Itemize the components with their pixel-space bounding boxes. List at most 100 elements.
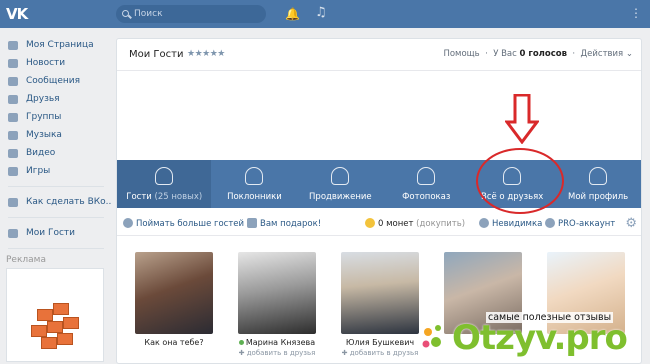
- app-icon: [8, 197, 18, 207]
- tab-label: Мой профиль: [567, 192, 629, 202]
- sidebar-item-news[interactable]: Новости: [0, 54, 112, 72]
- home-icon: [8, 40, 18, 50]
- sidebar-item-label: Моя Страница: [26, 40, 94, 50]
- guest-photo[interactable]: [341, 252, 419, 334]
- notifications-bell-icon[interactable]: 🔔: [285, 7, 300, 21]
- guest-card[interactable]: Как она тебе?: [135, 252, 213, 347]
- invisible-link[interactable]: Невидимка: [479, 218, 542, 229]
- vk-logo[interactable]: VK: [6, 5, 32, 23]
- tab-label: Фотопоказ: [402, 192, 451, 202]
- ad-container-graphic: [31, 325, 47, 337]
- incognito-icon: [479, 218, 489, 228]
- sidebar-item-my-page[interactable]: Моя Страница: [0, 36, 112, 54]
- sidebar-item-label: Новости: [26, 58, 66, 68]
- sidebar-divider: [8, 186, 104, 187]
- add-friend-link[interactable]: ✚ добавить в друзья: [341, 349, 419, 357]
- top-bar: VK Поиск 🔔 ♫ ⋮: [0, 0, 650, 28]
- gift-link[interactable]: Вам подарок!: [247, 218, 321, 229]
- tab-label: Поклонники: [227, 192, 282, 202]
- ad-container-graphic: [63, 317, 79, 329]
- annotation-arrow: [505, 94, 539, 144]
- catch-more-guests-link[interactable]: Поймать больше гостей: [123, 218, 244, 229]
- gift-icon: [247, 218, 257, 228]
- groups-icon: [8, 112, 18, 122]
- ad-container-graphic: [41, 337, 57, 349]
- guest-photo[interactable]: [238, 252, 316, 334]
- magnet-icon: [123, 218, 133, 228]
- tab-label: Гости: [126, 192, 152, 202]
- sidebar-item-label: Музыка: [26, 130, 62, 140]
- sidebar-item-groups[interactable]: Группы: [0, 108, 112, 126]
- menu-icon[interactable]: ⋮: [630, 6, 642, 20]
- sidebar-item-label: Как сделать ВКо..: [26, 197, 112, 207]
- gift-label: Вам подарок!: [260, 219, 322, 229]
- tab-sub-label: (25 новых): [154, 192, 203, 202]
- tab-label: Продвижение: [309, 192, 372, 202]
- tab-fans[interactable]: Поклонники: [211, 160, 297, 208]
- guest-card[interactable]: Юлия Бушкевич ✚ добавить в друзья: [341, 252, 419, 357]
- sidebar-item-label: Видео: [26, 148, 56, 158]
- rating-stars[interactable]: ★★★★★: [187, 49, 225, 59]
- gear-icon[interactable]: ⚙: [625, 216, 637, 231]
- ad-container-graphic: [57, 333, 73, 345]
- sidebar-item-games[interactable]: Игры: [0, 162, 112, 180]
- friends-icon: [8, 94, 18, 104]
- header-links: Помощь · У Вас 0 голосов · Действия ⌄: [443, 49, 633, 59]
- ads-title: Реклама: [6, 255, 46, 265]
- sidebar-item-label: Игры: [26, 166, 51, 176]
- search-input[interactable]: Поиск: [116, 5, 266, 23]
- sidebar-item-label: Сообщения: [26, 76, 81, 86]
- photo-show-icon: [417, 167, 436, 185]
- sidebar-item-my-guests[interactable]: Мои Гости: [0, 224, 112, 242]
- sidebar-item-video[interactable]: Видео: [0, 144, 112, 162]
- watermark-logo: Otzyv.pro: [452, 318, 628, 358]
- sidebar-item-messages[interactable]: Сообщения: [0, 72, 112, 90]
- profile-icon: [589, 167, 608, 185]
- help-link[interactable]: Помощь: [443, 49, 479, 59]
- add-friend-label: добавить в друзья: [246, 349, 316, 357]
- pro-icon: [545, 218, 555, 228]
- guest-photo[interactable]: [135, 252, 213, 334]
- ad-container-graphic: [53, 303, 69, 315]
- tab-promotion[interactable]: Продвижение: [297, 160, 383, 208]
- sidebar-item-friends[interactable]: Друзья: [0, 90, 112, 108]
- messages-icon: [8, 76, 18, 86]
- invisible-label: Невидимка: [492, 219, 543, 229]
- tab-photo-show[interactable]: Фотопоказ: [383, 160, 469, 208]
- guest-name[interactable]: Марина Князева: [246, 338, 315, 347]
- sidebar-item-music[interactable]: Музыка: [0, 126, 112, 144]
- chevron-down-icon: ⌄: [625, 49, 633, 59]
- votes-count: 0 голосов: [519, 49, 567, 59]
- search-placeholder: Поиск: [134, 9, 163, 19]
- annotation-circle: [476, 148, 564, 214]
- sidebar-item-label: Мои Гости: [26, 228, 76, 238]
- guest-card[interactable]: Марина Князева ✚ добавить в друзья: [238, 252, 316, 357]
- online-indicator: [238, 340, 244, 345]
- star-person-icon: [331, 167, 350, 185]
- buy-coins-link[interactable]: (докупить): [416, 219, 465, 229]
- pro-account-link[interactable]: PRO-аккаунт: [545, 218, 615, 229]
- card-header: Мои Гости ★★★★★ Помощь · У Вас 0 голосов…: [117, 39, 641, 71]
- search-icon: [122, 10, 129, 17]
- ad-container-graphic: [47, 321, 63, 333]
- guest-name[interactable]: Юлия Бушкевич: [341, 338, 419, 347]
- sidebar-divider: [8, 217, 104, 218]
- actions-dropdown[interactable]: Действия: [581, 49, 624, 59]
- add-friend-label: добавить в друзья: [349, 349, 419, 357]
- tab-my-profile[interactable]: Мой профиль: [555, 160, 641, 208]
- guests-app-icon: [8, 228, 18, 238]
- music-note-icon[interactable]: ♫: [315, 5, 327, 20]
- sidebar-divider: [8, 248, 104, 249]
- ad-container-graphic: [37, 309, 53, 321]
- add-friend-link[interactable]: ✚ добавить в друзья: [238, 349, 316, 357]
- sidebar-item-app[interactable]: Как сделать ВКо..: [0, 193, 112, 211]
- page-title: Мои Гости: [129, 49, 184, 60]
- coins-value: 0 монет: [378, 219, 414, 229]
- ad-banner[interactable]: [6, 268, 104, 362]
- catch-more-label: Поймать больше гостей: [136, 219, 245, 229]
- video-icon: [8, 148, 18, 158]
- games-icon: [8, 166, 18, 176]
- coin-icon: [365, 218, 375, 228]
- tab-guests[interactable]: Гости (25 новых): [117, 160, 212, 208]
- music-icon: [8, 130, 18, 140]
